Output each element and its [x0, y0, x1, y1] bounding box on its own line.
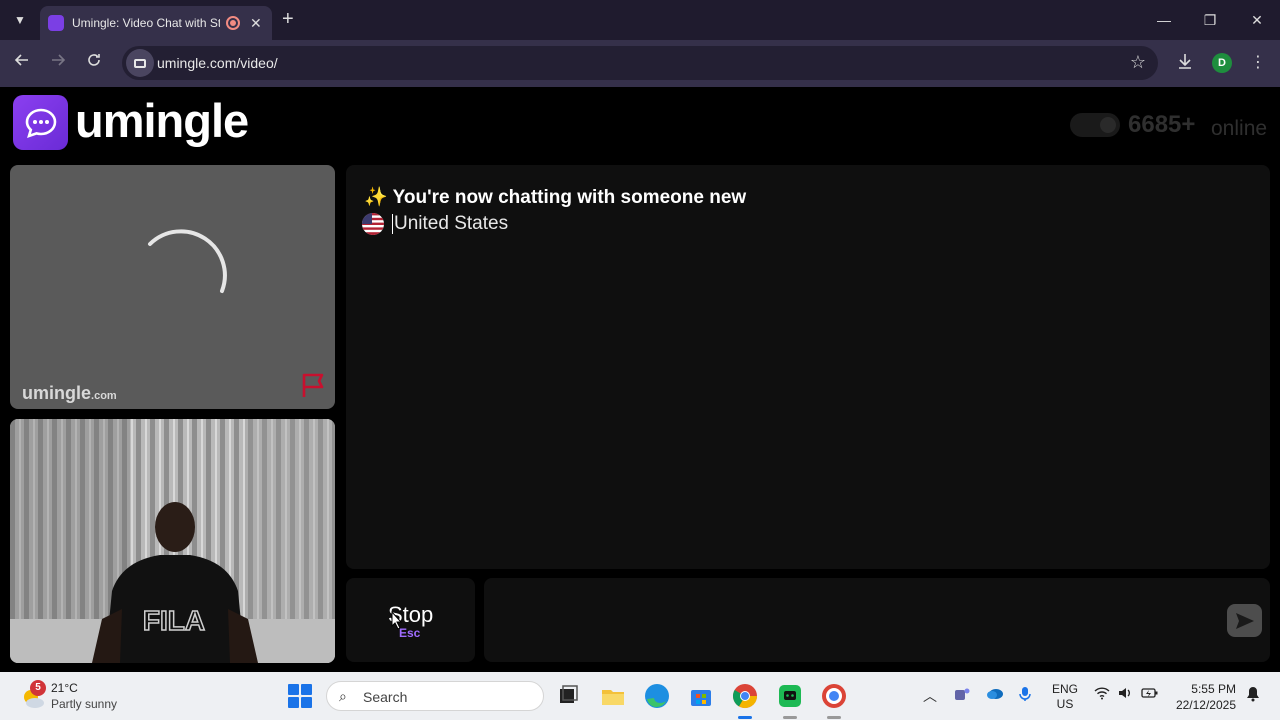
browser-tab-strip: ▼ Umingle: Video Chat with Strangers ✕ +…: [0, 0, 1280, 40]
self-camera-video: FILA: [10, 419, 335, 663]
restore-button[interactable]: ❐: [1198, 8, 1222, 32]
chrome-profile-icon[interactable]: [820, 682, 848, 710]
search-icon: ⌕: [339, 688, 347, 704]
onedrive-cloud-icon[interactable]: [986, 686, 1004, 703]
bookmark-star-icon[interactable]: ☆: [1130, 52, 1146, 73]
watermark-main: umingle: [22, 383, 92, 403]
forward-arrow-icon: [52, 54, 66, 66]
loading-spinner-icon: [148, 229, 227, 293]
search-label: Search: [363, 689, 408, 705]
battery-icon[interactable]: [1141, 686, 1159, 703]
tab-close-button[interactable]: ✕: [250, 15, 262, 32]
site-info-button[interactable]: [126, 49, 154, 77]
chat-app-icon[interactable]: [776, 682, 804, 710]
send-button[interactable]: [1227, 604, 1262, 637]
online-count: 6685+: [1128, 111, 1196, 138]
mouse-pointer-icon: [391, 610, 403, 630]
microsoft-store-icon[interactable]: [687, 682, 715, 710]
url-text[interactable]: umingle.com/video/: [157, 55, 278, 71]
language-code: ENG: [1052, 682, 1079, 696]
chat-bubble-icon: [25, 108, 56, 138]
message-input[interactable]: [484, 578, 1270, 662]
minimize-button[interactable]: —: [1152, 8, 1176, 32]
online-label: online: [1211, 117, 1268, 140]
recording-indicator-icon: [226, 16, 240, 30]
language-indicator[interactable]: ENG US: [1052, 682, 1078, 712]
reload-button[interactable]: [82, 52, 106, 76]
download-icon: [1179, 54, 1191, 69]
region-code: US: [1056, 697, 1074, 711]
close-window-button[interactable]: ✕: [1245, 8, 1269, 32]
text-cursor: [392, 214, 393, 234]
system-clock[interactable]: 5:55 PM 22/12/2025: [1174, 681, 1236, 713]
chat-log: ✨ You're now chatting with someone new U…: [346, 165, 1270, 569]
weather-alert-badge: 5: [30, 680, 46, 696]
browser-tab[interactable]: Umingle: Video Chat with Strangers ✕: [40, 6, 272, 40]
chrome-icon[interactable]: [731, 682, 759, 710]
stranger-video: umingle.com: [10, 165, 335, 409]
weather-temperature: 21°C: [51, 681, 78, 695]
weather-widget[interactable]: 5 21°C Partly sunny: [20, 680, 160, 714]
tab-search-button[interactable]: ▼: [8, 8, 32, 32]
online-toggle[interactable]: [1070, 113, 1120, 137]
stop-button[interactable]: Stop Esc: [346, 578, 475, 662]
task-view-icon[interactable]: [554, 682, 582, 710]
file-explorer-icon[interactable]: [599, 682, 627, 710]
address-bar[interactable]: umingle.com/video/ ☆: [122, 46, 1158, 80]
chat-app-indicator: [783, 716, 797, 719]
start-button[interactable]: [288, 684, 312, 708]
umingle-page: umingle 6685+ online umingle.com FILA ✨ …: [0, 87, 1280, 672]
sparkles-icon: ✨: [364, 187, 388, 208]
chat-status-text: You're now chatting with someone new: [392, 187, 747, 208]
notifications-icon[interactable]: [1246, 686, 1260, 705]
microphone-icon[interactable]: [1019, 686, 1031, 705]
volume-icon[interactable]: [1117, 686, 1133, 703]
chrome-profile-indicator: [827, 716, 841, 719]
camera-in-use-icon: [134, 58, 146, 68]
clock-time: 5:55 PM: [1191, 682, 1236, 696]
reload-icon: [88, 54, 100, 66]
new-tab-button[interactable]: +: [282, 8, 294, 31]
stranger-country: United States: [362, 213, 508, 235]
windows-taskbar: 5 21°C Partly sunny ⌕ Search ︿ ENG US 5:…: [0, 672, 1280, 720]
umingle-watermark: umingle.com: [22, 383, 117, 404]
weather-description: Partly sunny: [51, 697, 118, 711]
profile-avatar[interactable]: D: [1212, 53, 1232, 73]
umingle-logo-icon[interactable]: [13, 95, 68, 150]
chat-status-message: ✨ You're now chatting with someone new: [364, 185, 746, 209]
report-flag-icon: [302, 373, 324, 397]
send-icon: [1235, 612, 1254, 629]
edge-browser-icon[interactable]: [643, 682, 671, 710]
teams-icon[interactable]: [954, 686, 970, 705]
browser-menu-button[interactable]: ⋮: [1250, 52, 1266, 72]
umingle-favicon-icon: [48, 15, 64, 31]
wifi-icon[interactable]: [1094, 686, 1110, 703]
clock-date: 22/12/2025: [1175, 698, 1236, 712]
site-logo-text[interactable]: umingle: [75, 93, 249, 148]
back-button[interactable]: [10, 52, 34, 76]
us-flag-icon: [362, 213, 384, 235]
tab-title: Umingle: Video Chat with Strangers: [72, 16, 220, 30]
browser-toolbar: umingle.com/video/ ☆ D ⋮: [0, 40, 1280, 87]
watermark-suffix: .com: [91, 390, 117, 402]
report-flag-button[interactable]: [300, 371, 328, 399]
taskbar-search[interactable]: ⌕ Search: [326, 681, 544, 711]
show-hidden-icons-chevron-icon[interactable]: ︿: [923, 686, 937, 706]
country-name: United States: [394, 213, 509, 234]
chrome-active-indicator: [738, 716, 752, 719]
svg-text:FILA: FILA: [143, 605, 205, 636]
downloads-button[interactable]: [1176, 52, 1194, 75]
webcam-frame: FILA: [10, 419, 335, 663]
back-arrow-icon: [14, 54, 28, 66]
forward-button[interactable]: [46, 52, 70, 76]
windows-logo-icon: [288, 684, 299, 695]
